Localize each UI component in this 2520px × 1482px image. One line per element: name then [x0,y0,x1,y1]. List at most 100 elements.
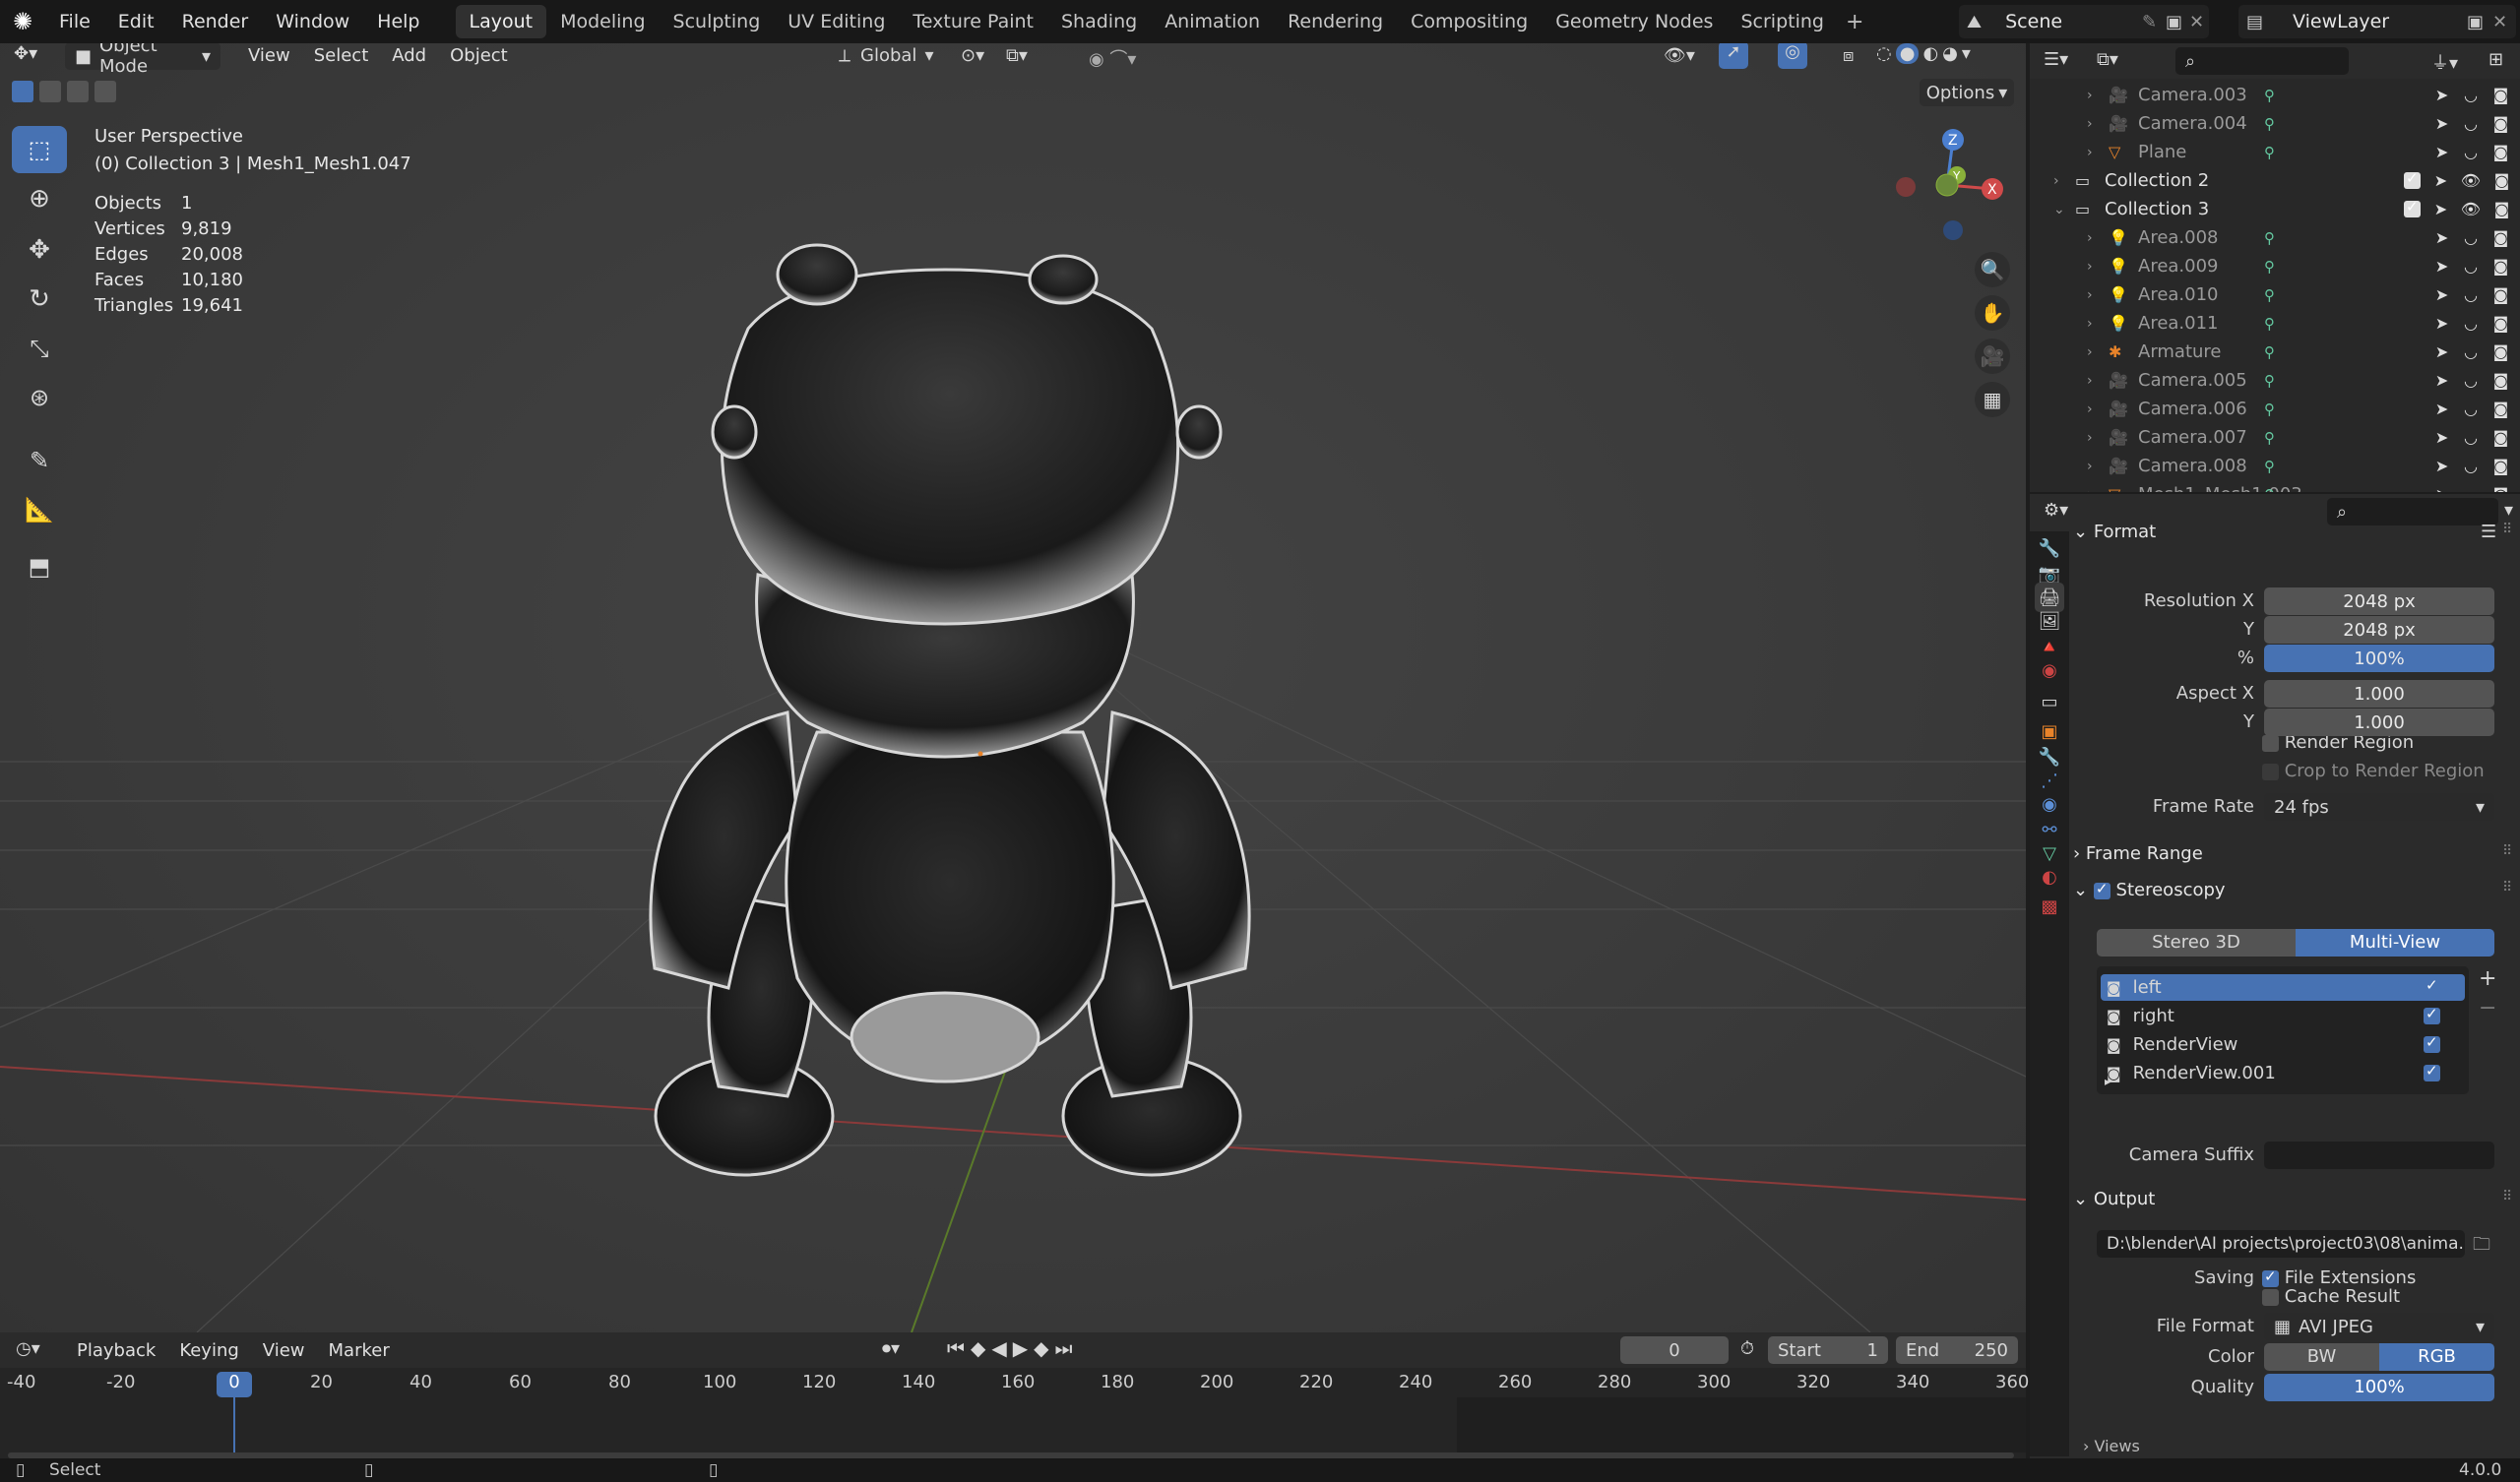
workspace-tab-layout[interactable]: Layout [455,5,547,38]
expand-arrow-icon[interactable]: › [2053,173,2059,189]
outliner-row[interactable]: › ▭ Collection 2 ➤ 👁 ◙ [2030,166,2520,195]
timeline-menu-view[interactable]: View [251,1340,317,1361]
quality-slider[interactable]: 100% [2264,1374,2494,1401]
timeline[interactable]: ◷▾ Playback Keying View Marker ⏺▾ ⏮◆◀▶◆⏭ 0 … [0,1332,2029,1460]
view-enabled-checkbox[interactable] [2424,1033,2440,1053]
editor-type-button[interactable]: ✥▾ [14,43,37,64]
workspace-tab-scripting[interactable]: Scripting [1727,5,1838,38]
outliner-item-name[interactable]: Camera.005 [2138,370,2247,391]
properties-search-input[interactable]: ⌕ [2327,498,2498,525]
select-arrow-icon[interactable]: ➤ [2434,200,2447,218]
view-enabled-checkbox[interactable] [2424,1005,2440,1024]
outliner-item-name[interactable]: Mesh1_Mesh1.003 [2138,484,2302,492]
camera-suffix-input[interactable] [2264,1142,2494,1169]
select-arrow-icon[interactable]: ➤ [2435,314,2448,333]
remove-scene-icon[interactable]: ✕ [2189,12,2204,32]
select-arrow-icon[interactable]: ➤ [2435,485,2448,492]
copy-scene-icon[interactable]: ▣ [2166,12,2182,32]
expand-arrow-icon[interactable]: › [2087,116,2093,132]
select-arrow-icon[interactable]: ➤ [2435,371,2448,390]
render-camera-icon[interactable]: ◙ [2493,485,2509,492]
workspace-tab-shading[interactable]: Shading [1047,5,1151,38]
chevron-down-icon[interactable]: ▾ [1962,43,1971,64]
viewport-menu-add[interactable]: Add [380,45,438,66]
move-tool[interactable]: ✥ [12,226,67,274]
render-camera-icon[interactable]: ◙ [2493,428,2509,447]
stopwatch-icon[interactable]: ⏱ [1740,1338,1754,1359]
grid-perspective-icon[interactable]: ▦ [1975,382,2010,417]
select-arrow-icon[interactable]: ➤ [2435,342,2448,361]
chevron-down-icon[interactable]: ▾ [2504,500,2513,521]
outliner-editor-icon[interactable]: ☰▾ [2044,49,2068,70]
render-camera-icon[interactable]: ◙ [2493,228,2509,247]
transform-tool[interactable]: ⊛ [12,374,67,421]
rotate-tool[interactable]: ↻ [12,276,67,323]
frame-ruler[interactable]: -40 -20 20 40 60 80 100 120 140 160 180 200 220 240 26… [0,1370,2029,1397]
timeline-menu-marker[interactable]: Marker [317,1340,402,1361]
render-camera-icon[interactable]: ◙ [2493,257,2509,276]
timeline-editor-icon[interactable]: ◷▾ [16,1338,40,1359]
hide-icon[interactable]: ◡ [2464,400,2478,418]
expand-arrow-icon[interactable]: ⌄ [2053,202,2065,217]
select-arrow-icon[interactable]: ➤ [2435,428,2448,447]
expand-arrow-icon[interactable]: › [2087,145,2093,160]
output-path-input[interactable]: D:\blender\AI projects\project03\08\anim… [2097,1230,2465,1258]
add-cube-tool[interactable]: ⬒ [12,543,67,590]
scene-selector[interactable]: ⛰ Scene ✎ ▣ ✕ [1959,5,2209,38]
stereo-3d-option[interactable]: Stereo 3D [2097,929,2296,957]
expand-arrow-icon[interactable]: › [2087,259,2093,275]
viewport-menu-view[interactable]: View [236,45,302,66]
expand-arrow-icon[interactable]: › [2087,230,2093,246]
outliner-row[interactable]: › 🎥 Camera.006 ⚲ ➤ ◡ ◙ [2030,395,2520,423]
add-view-icon[interactable]: + [2479,966,2496,991]
menu-render[interactable]: Render [168,11,263,32]
outliner-item-name[interactable]: Area.008 [2138,227,2219,248]
workspace-tab-animation[interactable]: Animation [1151,5,1274,38]
crop-checkbox[interactable] [2262,763,2279,780]
material-tab-icon[interactable]: ◐ [2035,862,2064,892]
collection-tab-icon[interactable]: ▭ [2035,687,2064,716]
render-camera-icon[interactable]: ◙ [2493,143,2509,161]
texture-tab-icon[interactable]: ▩ [2035,892,2064,921]
render-camera-icon[interactable]: ◙ [2494,200,2510,218]
wireframe-shading-icon[interactable]: ◌ [1876,43,1892,64]
select-arrow-icon[interactable]: ➤ [2435,285,2448,304]
outliner-row[interactable]: › ✱ Armature ⚲ ➤ ◡ ◙ [2030,338,2520,366]
outliner-item-name[interactable]: Armature [2138,341,2222,362]
menu-help[interactable]: Help [363,11,433,32]
select-arrow-icon[interactable]: ➤ [2434,171,2447,190]
presets-icon[interactable]: ☰ [2481,522,2496,542]
add-workspace-button[interactable]: + [1846,10,1863,34]
select-arrow-icon[interactable]: ➤ [2435,457,2448,475]
viewport-menu-select[interactable]: Select [302,45,381,66]
workspace-tab-sculpting[interactable]: Sculpting [660,5,775,38]
measure-tool[interactable]: 📐 [12,486,67,533]
expand-arrow-icon[interactable]: › [2087,430,2093,446]
outliner-item-name[interactable]: Collection 3 [2105,199,2209,219]
options-button[interactable]: Options ▾ [1920,79,2014,106]
hide-icon[interactable]: ◡ [2464,228,2478,247]
view-enabled-checkbox[interactable] [2424,976,2440,996]
annotate-tool[interactable]: ✎ [12,437,67,484]
outliner-item-name[interactable]: Camera.007 [2138,427,2247,448]
view-layer-selector[interactable]: ▤ ViewLayer ▣ ✕ [2238,5,2516,38]
viewport-menu-object[interactable]: Object [438,45,520,66]
select-arrow-icon[interactable]: ➤ [2435,400,2448,418]
orientation-selector[interactable]: ⟂ Global ▾ [839,45,933,66]
view-list-item[interactable]: ◙ RenderView [2101,1031,2465,1058]
view-list-item[interactable]: ◙ RenderView.001 [2101,1060,2465,1086]
expand-arrow-icon[interactable]: › [2087,459,2093,474]
outliner-row[interactable]: › 🎥 Camera.005 ⚲ ➤ ◡ ◙ [2030,366,2520,395]
rendered-shading-icon[interactable]: ◕ [1942,43,1958,64]
timeline-menu-keying[interactable]: Keying [167,1340,250,1361]
folder-icon[interactable]: 🗀 [2473,1232,2490,1262]
outliner-item-name[interactable]: Area.010 [2138,284,2219,305]
properties-editor-icon[interactable]: ⚙▾ [2044,500,2068,521]
hide-icon[interactable]: ◡ [2464,371,2478,390]
outliner-row[interactable]: › 🎥 Camera.007 ⚲ ➤ ◡ ◙ [2030,423,2520,452]
outliner-item-name[interactable]: Collection 2 [2105,170,2209,191]
start-frame-field[interactable]: Start 1 [1768,1336,1888,1364]
resolution-y-field[interactable]: 2048 px [2264,616,2494,644]
file-extensions-row[interactable]: File Extensions [2262,1267,2416,1288]
outliner-row[interactable]: › 💡 Area.009 ⚲ ➤ ◡ ◙ [2030,252,2520,280]
